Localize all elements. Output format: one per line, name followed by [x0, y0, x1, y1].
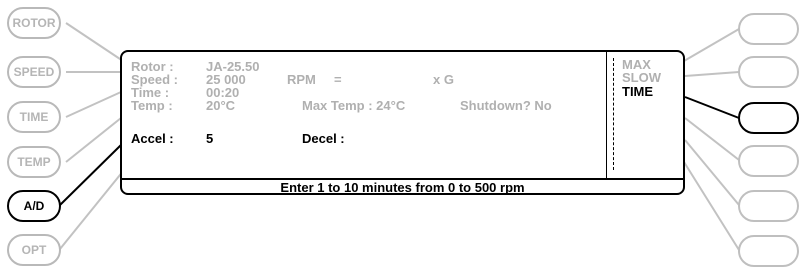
menu-slow: SLOW	[622, 70, 661, 85]
ad-key-label: A/D	[23, 199, 45, 213]
connector-r1	[683, 28, 740, 62]
speed-g: x G	[433, 72, 454, 87]
ad-key[interactable]: A/D	[7, 190, 61, 222]
softkey-1[interactable]	[738, 13, 799, 45]
accel-value[interactable]: 5	[206, 132, 213, 146]
softkey-3[interactable]	[738, 102, 799, 134]
connector-r5	[684, 139, 740, 206]
dashed-divider	[613, 58, 614, 170]
speed-key-label: SPEED	[13, 65, 55, 79]
softkey-2[interactable]	[738, 56, 799, 88]
speed-key[interactable]: SPEED	[7, 56, 61, 88]
menu-time: TIME	[622, 84, 654, 99]
temp-key-label: TEMP	[17, 155, 51, 169]
softkey-4[interactable]	[738, 145, 799, 177]
temp-label: Temp :	[131, 98, 173, 113]
connector-ad	[59, 143, 123, 206]
decel-label: Decel :	[302, 131, 345, 146]
softkey-5[interactable]	[738, 190, 799, 222]
opt-key[interactable]: OPT	[7, 234, 61, 266]
connector-r4	[684, 117, 740, 161]
opt-key-label: OPT	[21, 243, 47, 257]
connector-r6	[683, 161, 740, 251]
connector-r3	[684, 96, 740, 119]
max-temp: Max Temp : 24°C	[302, 98, 406, 113]
shutdown: Shutdown? No	[460, 98, 552, 113]
connector-r2	[684, 71, 740, 77]
display-screen: Rotor : JA-25.50 Speed : 25 000 RPM = x …	[120, 50, 685, 195]
status-message: Enter 1 to 10 minutes from 0 to 500 rpm	[280, 180, 525, 195]
connector-rotor	[65, 22, 124, 62]
connector-time	[65, 91, 122, 118]
temp-value: 20°C	[206, 98, 236, 113]
rotor-key-label: ROTOR	[12, 16, 56, 30]
speed-equals: =	[334, 72, 342, 87]
softkey-6[interactable]	[738, 235, 799, 267]
accel-label: Accel :	[131, 131, 174, 146]
connector-opt	[59, 169, 125, 250]
temp-key[interactable]: TEMP	[7, 146, 61, 178]
speed-unit: RPM	[287, 72, 316, 87]
time-key[interactable]: TIME	[7, 101, 61, 133]
connector-temp	[65, 117, 122, 163]
menu-divider	[606, 52, 607, 178]
time-key-label: TIME	[19, 110, 49, 124]
rotor-key[interactable]: ROTOR	[7, 7, 61, 39]
